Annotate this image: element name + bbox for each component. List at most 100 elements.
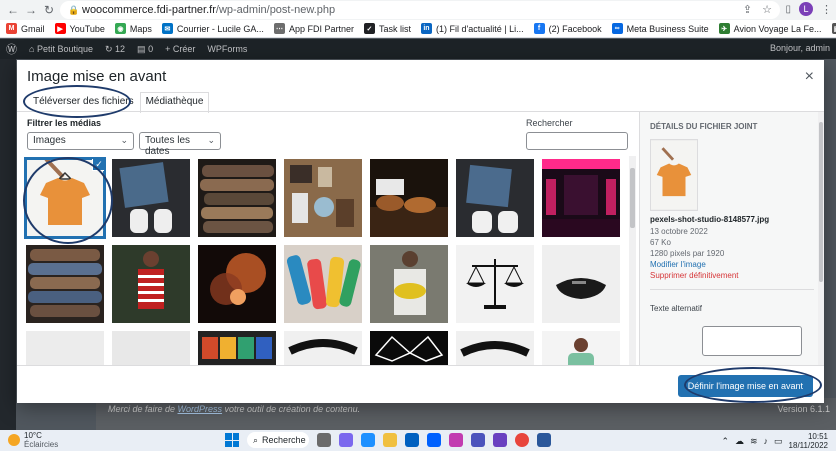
media-grid-scrollbar[interactable] xyxy=(629,156,636,365)
home-icon[interactable]: ⌂ Petit Boutique xyxy=(29,44,93,54)
side-panel-icon[interactable]: ▯ xyxy=(785,4,791,15)
details-dimensions: 1280 pixels par 1920 xyxy=(650,249,725,258)
bookmark-item[interactable]: ◉ Maps xyxy=(114,23,152,34)
tab-upload-files[interactable]: Téléverser des fichiers xyxy=(27,92,140,112)
bookmark-item[interactable]: M Gmail xyxy=(6,23,45,34)
file-explorer-icon[interactable] xyxy=(383,433,397,447)
search-input[interactable] xyxy=(526,132,628,150)
media-item-jeans-shoes[interactable] xyxy=(112,159,190,237)
task-view-icon[interactable] xyxy=(317,433,331,447)
weather-widget[interactable]: 10°C Éclaircies xyxy=(8,431,58,449)
slack-icon[interactable] xyxy=(449,433,463,447)
forward-icon[interactable]: → xyxy=(22,1,40,19)
bookmark-item[interactable]: ∞ Meta Business Suite xyxy=(611,23,709,34)
media-type-select[interactable]: Images ⌄ xyxy=(27,132,134,150)
media-item-folded-jeans[interactable] xyxy=(198,159,276,237)
windows-start-icon[interactable] xyxy=(225,433,239,447)
media-item-concert-smoke[interactable] xyxy=(198,245,276,323)
media-item-jeans-sneakers[interactable] xyxy=(456,159,534,237)
media-item-green-hoodie[interactable] xyxy=(542,331,620,365)
bookmark-label: Avion Voyage La Fe... xyxy=(733,23,822,34)
store-icon[interactable] xyxy=(405,433,419,447)
updates-item[interactable]: ↻ 12 xyxy=(105,44,125,55)
account-greeting[interactable]: Bonjour, admin xyxy=(770,43,830,53)
featured-image-modal: Image mise en avant × Téléverser des fic… xyxy=(17,60,824,403)
edge-icon[interactable] xyxy=(361,433,375,447)
cloud-icon[interactable]: ☁ xyxy=(735,436,744,447)
wpforms-item[interactable]: WPForms xyxy=(207,44,247,54)
media-item-geometric-pattern[interactable] xyxy=(370,331,448,365)
bookmark-item[interactable]: ✉ Courrier - Lucile GA... xyxy=(161,23,264,34)
profile-avatar[interactable]: L xyxy=(799,2,813,16)
url-text: woocommerce.fdi-partner.fr/wp-admin/post… xyxy=(82,4,336,16)
bookmark-label: Courrier - Lucile GA... xyxy=(176,23,264,34)
media-item-placeholder-1[interactable] xyxy=(26,331,104,365)
set-featured-image-button[interactable]: Définir l'image mise en avant xyxy=(677,375,813,397)
chevron-down-icon: ⌄ xyxy=(120,135,128,145)
date-filter-select[interactable]: Toutes les dates ⌄ xyxy=(139,132,221,157)
wordpress-link[interactable]: WordPress xyxy=(178,404,223,414)
battery-icon[interactable]: ▭ xyxy=(774,436,783,447)
bookmark-item[interactable]: ⋯ App FDI Partner xyxy=(273,23,354,34)
chat-icon[interactable] xyxy=(339,433,353,447)
details-divider xyxy=(650,289,814,290)
bookmark-item[interactable]: ▶ YouTube xyxy=(54,23,105,34)
bookmark-item[interactable]: in (1) Fil d'actualité | Li... xyxy=(420,23,524,34)
delete-permanently-link[interactable]: Supprimer définitivement xyxy=(650,270,814,281)
media-item-placeholder-2[interactable] xyxy=(112,331,190,365)
address-bar[interactable]: 🔒 woocommerce.fdi-partner.fr/wp-admin/po… xyxy=(60,1,780,19)
dropbox-icon[interactable] xyxy=(427,433,441,447)
onenote-icon[interactable] xyxy=(493,433,507,447)
taskbar-clock[interactable]: 10:51 18/11/2022 xyxy=(789,432,828,450)
media-item-striped-shirt[interactable] xyxy=(112,245,190,323)
modal-footer: Définir l'image mise en avant xyxy=(17,365,824,403)
close-icon[interactable]: × xyxy=(805,68,814,86)
menu-icon[interactable]: ⋮ xyxy=(821,3,832,16)
check-icon[interactable]: ✓ xyxy=(92,159,104,171)
media-item-belt-bag[interactable] xyxy=(542,245,620,323)
star-icon[interactable]: ☆ xyxy=(762,3,772,16)
media-item-black-strap-2[interactable] xyxy=(456,331,534,365)
chevron-up-icon[interactable]: ⌃ xyxy=(721,436,729,447)
search-icon: ⌕ xyxy=(253,434,259,445)
new-content-item[interactable]: + Créer xyxy=(165,44,195,54)
media-item-black-strap[interactable] xyxy=(284,331,362,365)
browser-toolbar: ← → ↻ 🔒 woocommerce.fdi-partner.fr/wp-ad… xyxy=(0,0,836,20)
alt-text-label: Texte alternatif xyxy=(650,304,703,313)
details-scrollbar[interactable] xyxy=(818,112,824,365)
share-icon[interactable]: ⇪ xyxy=(743,3,752,16)
media-item-scales[interactable] xyxy=(456,245,534,323)
taskbar-search[interactable]: ⌕ Recherche xyxy=(247,432,309,448)
word-icon[interactable] xyxy=(537,433,551,447)
back-icon[interactable]: ← xyxy=(4,1,22,19)
alt-text-input[interactable] xyxy=(702,326,802,356)
lock-icon: 🔒 xyxy=(68,4,80,15)
teams-icon[interactable] xyxy=(471,433,485,447)
media-grid: ✓ xyxy=(23,156,635,365)
media-item-colorful-letters[interactable] xyxy=(198,331,276,365)
media-item-shoes-shelf[interactable] xyxy=(370,159,448,237)
media-item-colorful-socks[interactable] xyxy=(284,245,362,323)
volume-icon[interactable]: ♪ xyxy=(764,436,769,446)
media-item-accessories[interactable] xyxy=(284,159,362,237)
tab-media-library[interactable]: Médiathèque xyxy=(139,92,210,113)
bookmark-item[interactable]: ✓ Task list xyxy=(363,23,411,34)
bookmark-item[interactable]: ▣Image transparente... xyxy=(831,23,836,34)
bookmark-icon: ✉ xyxy=(161,23,173,34)
wifi-icon[interactable]: ≋ xyxy=(750,436,758,447)
chrome-icon[interactable] xyxy=(515,433,529,447)
wp-admin-sidebar xyxy=(0,59,16,430)
media-item-jeans-stack[interactable] xyxy=(26,245,104,323)
modal-tabs: Téléverser des fichiers Médiathèque xyxy=(27,92,210,113)
wordpress-logo-icon[interactable]: Ⓦ xyxy=(6,41,17,57)
media-item-neon-store[interactable] xyxy=(542,159,620,237)
media-item-orange-tshirt[interactable]: ✓ xyxy=(24,157,106,239)
reload-icon[interactable]: ↻ xyxy=(40,1,58,19)
bookmark-icon: in xyxy=(420,23,432,34)
bookmark-label: YouTube xyxy=(69,23,105,34)
edit-image-link[interactable]: Modifier l'image xyxy=(650,259,814,270)
bookmark-item[interactable]: f (2) Facebook xyxy=(533,23,602,34)
media-item-bag-person[interactable] xyxy=(370,245,448,323)
bookmark-item[interactable]: ✈ Avion Voyage La Fe... xyxy=(718,23,822,34)
comments-item[interactable]: ▤ 0 xyxy=(137,44,153,55)
